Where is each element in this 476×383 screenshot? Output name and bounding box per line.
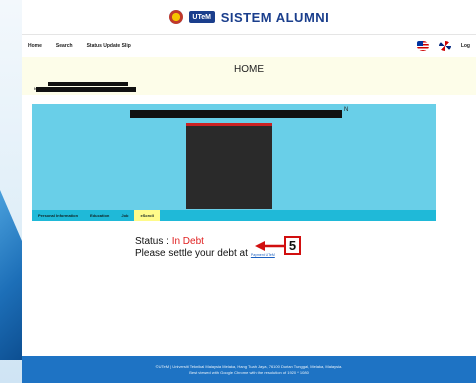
nav-home[interactable]: Home	[28, 43, 42, 49]
malaysia-flag-icon[interactable]	[416, 41, 429, 51]
tab-escroll[interactable]: eScroll	[134, 210, 160, 221]
main-nav: Home Search Status Update Slip Log	[22, 35, 476, 57]
uk-flag-icon[interactable]	[438, 41, 451, 51]
settle-text: Please settle your debt at	[135, 248, 248, 259]
settle-line: Please settle your debt at Payment UTeM	[135, 248, 275, 259]
site-header: UTeM SISTEM ALUMNI	[22, 0, 476, 35]
page-container: UTeM SISTEM ALUMNI Home Search Status Up…	[22, 0, 476, 383]
profile-panel: N	[32, 104, 436, 210]
page-title: HOME	[22, 57, 476, 81]
status-value: In Debt	[171, 236, 204, 247]
nav-status-update-slip[interactable]: Status Update Slip	[87, 43, 131, 49]
home-heading: HOME	[234, 63, 264, 75]
redacted-name-2	[36, 87, 136, 92]
annotation-badge: 5	[284, 236, 301, 255]
nav-logout[interactable]: Log	[461, 43, 470, 49]
arrow-head	[255, 241, 265, 251]
crest-logo-icon	[168, 10, 183, 24]
profile-tabs: Personal Information Education Job eScro…	[32, 210, 436, 221]
redacted-profile-header	[130, 110, 342, 118]
name-row: NAME :	[22, 81, 476, 95]
annotation-arrow-icon	[255, 241, 284, 251]
tab-education[interactable]: Education	[84, 210, 115, 221]
redacted-name-1	[48, 82, 128, 86]
status-label: Status :	[135, 236, 172, 247]
tab-job[interactable]: Job	[115, 210, 134, 221]
escroll-content: Status : In Debt Please settle your debt…	[32, 221, 436, 347]
profile-photo	[186, 123, 272, 209]
status-line: Status : In Debt	[135, 236, 204, 247]
nav-search[interactable]: Search	[56, 43, 73, 49]
profile-header-trailing: N	[344, 107, 349, 113]
footer-line-2: Best viewed with Google Chrome with the …	[189, 369, 309, 375]
payment-utem-link[interactable]: Payment UTeM	[251, 253, 275, 257]
site-title: SISTEM ALUMNI	[220, 9, 330, 25]
utem-logo: UTeM	[188, 11, 215, 23]
site-footer: ©UTeM | Universiti Teknikal Malaysia Mel…	[22, 356, 476, 383]
tab-personal-information[interactable]: Personal Information	[32, 210, 84, 221]
